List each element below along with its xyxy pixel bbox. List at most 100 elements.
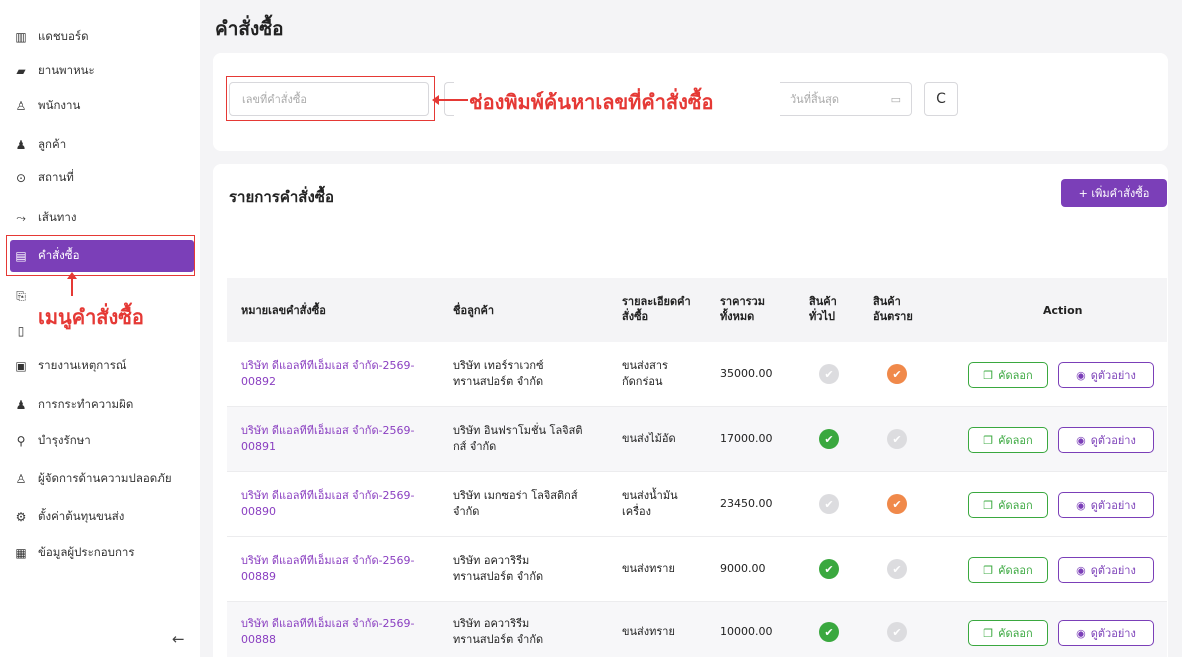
sidebar-item-operator-info[interactable]: ▦ ข้อมูลผู้ประกอบการ — [10, 537, 194, 569]
hazardous-goods-check-icon: ✔ — [887, 559, 907, 579]
column-hazardous-goods: สินค้าอันตราย — [873, 295, 913, 323]
copy-icon: ❐ — [983, 626, 994, 640]
sidebar-item-routes[interactable]: ⤳ เส้นทาง — [10, 202, 194, 234]
hazardous-goods-check-icon: ✔ — [887, 622, 907, 642]
copy-button[interactable]: ❐ คัดลอก — [968, 557, 1048, 583]
preview-label: ดูตัวอย่าง — [1090, 564, 1136, 577]
preview-button[interactable]: ◉ ดูตัวอย่าง — [1058, 620, 1154, 646]
order-detail: ขนส่งทราย — [622, 562, 675, 575]
sidebar-item-violations[interactable]: ♟ การกระทำความผิด — [10, 389, 194, 421]
collapse-sidebar-icon[interactable]: ← — [172, 630, 185, 648]
general-goods-check-icon: ✔ — [819, 559, 839, 579]
annotation-search-highlight — [226, 76, 435, 121]
page-title: คำสั่งซื้อ — [215, 18, 284, 40]
wrench-icon: ⚲ — [16, 434, 26, 448]
sidebar-item-label: สถานที่ — [38, 170, 74, 184]
sidebar-item-label: ลูกค้า — [38, 137, 67, 151]
table-row: บริษัท ดีแอลทีทีเอ็มเอส จำกัด-2569-00892… — [227, 342, 1167, 407]
copy-button[interactable]: ❐ คัดลอก — [968, 427, 1048, 453]
refresh-button[interactable]: C — [924, 82, 958, 116]
copy-icon: ❐ — [983, 498, 994, 512]
preview-button[interactable]: ◉ ดูตัวอย่าง — [1058, 362, 1154, 388]
add-order-button[interactable]: + เพิ่มคำสั่งซื้อ — [1061, 179, 1167, 207]
list-title: รายการคำสั่งซื้อ — [229, 188, 334, 206]
table-row: บริษัท ดีแอลทีทีเอ็มเอส จำกัด-2569-00891… — [227, 407, 1167, 472]
sidebar-item-label: ยานพาหนะ — [38, 63, 95, 77]
sidebar-item-transport-cost-settings[interactable]: ⚙ ตั้งค่าต้นทุนขนส่ง — [10, 501, 194, 533]
order-number-link[interactable]: บริษัท ดีแอลทีทีเอ็มเอส จำกัด-2569-00891 — [241, 423, 441, 455]
preview-button[interactable]: ◉ ดูตัวอย่าง — [1058, 427, 1154, 453]
table-row: บริษัท ดีแอลทีทีเอ็มเอส จำกัด-2569-00888… — [227, 602, 1167, 657]
column-customer: ชื่อลูกค้า — [453, 304, 495, 317]
order-number-link[interactable]: บริษัท ดีแอลทีทีเอ็มเอส จำกัด-2569-00890 — [241, 488, 441, 520]
report-icon: ▯ — [17, 324, 25, 338]
column-order-number: หมายเลขคำสั่งซื้อ — [241, 304, 326, 317]
annotation-menu-label: เมนูคำสั่งซื้อ — [38, 305, 144, 329]
customer-name: บริษัท เมกซอร่า โลจิสติกส์ จำกัด — [453, 489, 578, 518]
eye-icon: ◉ — [1076, 368, 1086, 382]
hazardous-goods-check-icon: ✔ — [887, 364, 907, 384]
order-number-link[interactable]: บริษัท ดีแอลทีทีเอ็มเอส จำกัด-2569-00889 — [241, 553, 441, 585]
chart-icon: ▥ — [15, 30, 27, 44]
order-detail: ขนส่งน้ำมันเครื่อง — [622, 489, 678, 518]
preview-label: ดูตัวอย่าง — [1090, 627, 1136, 640]
column-order-detail: รายละเอียดคำสั่งซื้อ — [622, 295, 691, 323]
preview-label: ดูตัวอย่าง — [1090, 499, 1136, 512]
sidebar-item-maintenance[interactable]: ⚲ บำรุงรักษา — [10, 425, 194, 457]
copy-label: คัดลอก — [998, 499, 1033, 512]
sidebar-item-safety-manager[interactable]: ♙ ผู้จัดการด้านความปลอดภัย — [10, 463, 194, 495]
hazardous-goods-check-icon: ✔ — [887, 429, 907, 449]
preview-label: ดูตัวอย่าง — [1090, 369, 1136, 382]
copy-button[interactable]: ❐ คัดลอก — [968, 492, 1048, 518]
copy-label: คัดลอก — [998, 564, 1033, 577]
users-icon: ♟ — [15, 138, 27, 152]
annotation-arrow-left-icon — [432, 95, 468, 105]
general-goods-check-icon: ✔ — [819, 429, 839, 449]
sidebar-item-label: แดชบอร์ด — [38, 29, 89, 43]
eye-icon: ◉ — [1076, 626, 1086, 640]
order-detail: ขนส่งทราย — [622, 625, 675, 638]
general-goods-check-icon: ✔ — [819, 494, 839, 514]
column-action: Action — [1043, 304, 1083, 317]
preview-button[interactable]: ◉ ดูตัวอย่าง — [1058, 557, 1154, 583]
copy-button[interactable]: ❐ คัดลอก — [968, 362, 1048, 388]
location-pin-icon: ⊙ — [15, 171, 27, 185]
hazardous-goods-check-icon: ✔ — [887, 494, 907, 514]
customer-name: บริษัท อินฟราโมชั่น โลจิสติกส์ จำกัด — [453, 424, 583, 453]
copy-label: คัดลอก — [998, 369, 1033, 382]
sidebar-item-employees[interactable]: ♙ พนักงาน — [10, 90, 194, 122]
column-general-goods: สินค้าทั่วไป — [809, 295, 837, 323]
violation-user-icon: ♟ — [15, 398, 27, 412]
eye-icon: ◉ — [1076, 563, 1086, 577]
copy-label: คัดลอก — [998, 434, 1033, 447]
table-header: หมายเลขคำสั่งซื้อ ชื่อลูกค้า รายละเอียดค… — [227, 278, 1167, 342]
sidebar-item-label: การกระทำความผิด — [38, 397, 134, 411]
order-detail: ขนส่งไม้อัด — [622, 432, 676, 445]
general-goods-check-icon: ✔ — [819, 364, 839, 384]
end-date-placeholder: วันที่สิ้นสุด — [790, 93, 840, 106]
sidebar-item-incident-reports[interactable]: ▣ รายงานเหตุการณ์ — [10, 350, 194, 382]
column-total-price: ราคารวมทั้งหมด — [720, 295, 765, 323]
gear-icon: ⚙ — [15, 510, 27, 524]
total-price: 35000.00 — [720, 367, 773, 380]
preview-button[interactable]: ◉ ดูตัวอย่าง — [1058, 492, 1154, 518]
safety-manager-icon: ♙ — [15, 472, 27, 486]
truck-icon: ▰ — [16, 64, 26, 78]
table-row: บริษัท ดีแอลทีทีเอ็มเอส จำกัด-2569-00890… — [227, 472, 1167, 537]
sidebar-item-label: บำรุงรักษา — [38, 433, 91, 447]
annotation-search-label: ช่องพิมพ์ค้นหาเลขที่คำสั่งซื้อ — [469, 90, 714, 114]
document-icon: ⎘ — [16, 288, 26, 303]
sidebar-item-vehicles[interactable]: ▰ ยานพาหนะ — [10, 55, 194, 87]
sidebar-item-customers[interactable]: ♟ ลูกค้า — [10, 129, 194, 161]
sidebar-item-dashboard[interactable]: ▥ แดชบอร์ด — [10, 21, 194, 53]
sidebar-item-places[interactable]: ⊙ สถานที่ — [10, 162, 194, 194]
copy-icon: ❐ — [983, 563, 994, 577]
copy-button[interactable]: ❐ คัดลอก — [968, 620, 1048, 646]
eye-icon: ◉ — [1076, 433, 1086, 447]
end-date-field[interactable]: วันที่สิ้นสุด ▭ — [780, 82, 912, 116]
order-number-link[interactable]: บริษัท ดีแอลทีทีเอ็มเอส จำกัด-2569-00892 — [241, 358, 441, 390]
total-price: 10000.00 — [720, 625, 773, 638]
sidebar-item-label: พนักงาน — [38, 98, 81, 112]
order-number-link[interactable]: บริษัท ดีแอลทีทีเอ็มเอส จำกัด-2569-00888 — [241, 616, 441, 648]
annotation-arrow-up-icon — [67, 272, 77, 296]
